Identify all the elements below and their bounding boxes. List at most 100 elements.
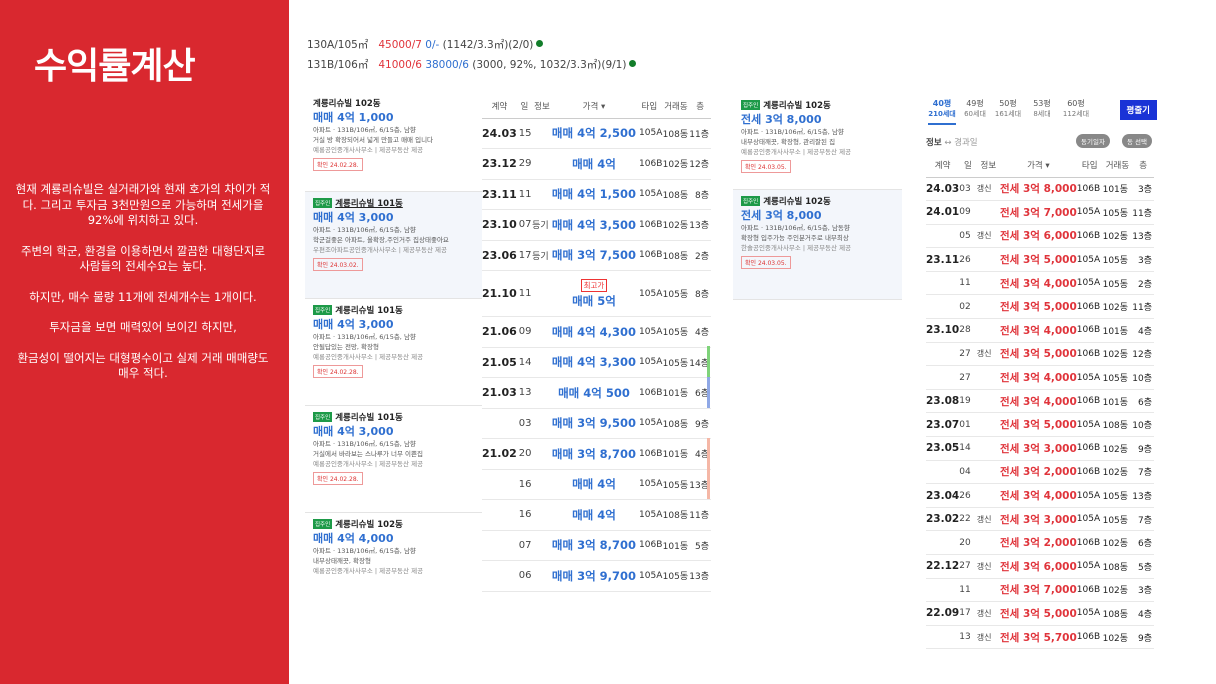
table-row[interactable]: 23.12 29 매매 4억 106B 102동 12층	[482, 148, 711, 180]
cell-contract-month: 21.05	[482, 347, 517, 378]
tab-size-49[interactable]: 49평 60세대	[961, 98, 989, 119]
listing-title: 계룡리슈빌 102동	[313, 97, 476, 109]
cell-type: 106B	[1076, 294, 1103, 320]
col-price[interactable]: 가격 ▾	[999, 153, 1077, 178]
summary-text: 현재 계룡리슈빌은 실거래가와 현재 호가의 차이가 적다. 그리고 투자금 3…	[14, 182, 272, 397]
listing-card[interactable]: 계룡리슈빌 102동 매매 4억 1,000 아파트 · 131B/106㎡, …	[305, 92, 482, 192]
listing-title-text: 계룡리슈빌 102동	[763, 101, 831, 111]
cell-contract-month	[482, 408, 517, 439]
table-row[interactable]: 07 매매 3억 8,700 106B 101동 5층	[482, 530, 711, 561]
cell-contract-month	[482, 469, 517, 500]
cell-floor: 6층	[1132, 389, 1154, 414]
cell-dong: 105동	[1102, 507, 1133, 532]
table-row[interactable]: 21.05 14 매매 4억 3,300 105A 105동 14층	[482, 347, 711, 378]
cell-contract-month: 24.03	[926, 177, 960, 202]
table-row[interactable]: 23.10 28 전세 3억 4,000 106B 101동 4층	[926, 318, 1154, 343]
filter-registered-date-pill[interactable]: 동기일자	[1076, 134, 1110, 148]
table-row[interactable]: 24.03 03 갱신 전세 3억 8,000 106B 101동 3층	[926, 177, 1154, 202]
table-row[interactable]: 24.03 15 매매 4억 2,500 105A 108동 11층	[482, 118, 711, 149]
listing-confirm-date: 확인 24.02.28.	[313, 365, 363, 378]
table-row[interactable]: 21.06 09 매매 4억 4,300 105A 105동 4층	[482, 316, 711, 348]
tab-size-50[interactable]: 50평 161세대	[994, 98, 1022, 119]
table-row[interactable]: 22.09 17 갱신 전세 3억 5,000 105A 108동 4층	[926, 601, 1154, 626]
cell-info	[976, 365, 1000, 390]
listing-agent: 예룡공인중개사사무소 | 제공부동산 제공	[741, 148, 852, 156]
table-row[interactable]: 23.11 26 전세 3억 5,000 105A 105동 3층	[926, 247, 1154, 272]
cell-price: 전세 3억 5,000	[999, 342, 1077, 367]
cell-floor: 3층	[1132, 177, 1154, 202]
col-contract[interactable]: 계약	[926, 153, 960, 178]
table-row[interactable]: 22.12 27 갱신 전세 3억 6,000 105A 108동 5층	[926, 554, 1154, 579]
cell-type: 106B	[636, 209, 663, 241]
cell-day: 16	[516, 499, 533, 531]
col-price[interactable]: 가격 ▾	[551, 94, 637, 119]
highest-price-tag: 최고가	[580, 278, 607, 292]
table-row[interactable]: 23.07 01 전세 3억 5,000 105A 108동 10층	[926, 412, 1154, 438]
table-row[interactable]: 16 매매 4억 105A 105동 13층	[482, 469, 711, 500]
table-row[interactable]: 03 매매 3억 9,500 105A 108동 9층	[482, 408, 711, 439]
col-contract[interactable]: 계약	[482, 94, 517, 119]
table-row[interactable]: 27 전세 3억 4,000 105A 105동 10층	[926, 365, 1154, 390]
listing-card[interactable]: 집주인 계룡리슈빌 101동 매매 4억 3,000 아파트 · 131B/106…	[305, 406, 482, 513]
cell-type: 105A	[636, 347, 663, 378]
filter-dong-select-pill[interactable]: 동 선택	[1122, 134, 1153, 148]
cell-dong: 105동	[662, 316, 690, 348]
table-row[interactable]: 23.04 26 전세 3억 4,000 105A 105동 13층	[926, 483, 1154, 508]
cell-day: 13	[959, 625, 977, 650]
cell-contract-month: 23.12	[482, 148, 517, 180]
cell-contract-month	[926, 224, 960, 249]
table-row[interactable]: 21.10 11 최고가 매매 5억 105A 105동 8층	[482, 270, 711, 317]
table-row[interactable]: 06 매매 3억 9,700 105A 105동 13층	[482, 560, 711, 592]
table-row[interactable]: 04 전세 3억 2,000 106B 102동 7층	[926, 460, 1154, 485]
compare-size-button[interactable]: 평줄기	[1119, 100, 1157, 120]
cell-dong: 105동	[662, 469, 690, 500]
cell-contract-month: 21.03	[482, 377, 517, 409]
swap-arrow-icon[interactable]: ↔	[944, 138, 951, 148]
cell-price: 전세 3억 5,700	[999, 625, 1077, 650]
listing-card[interactable]: 집주인 계룡리슈빌 102동 전세 3억 8,000 아파트 · 131B/106…	[733, 94, 902, 190]
table-row[interactable]: 20 전세 3억 2,000 106B 102동 6층	[926, 530, 1154, 555]
table-row[interactable]: 23.06 17 등기 매매 3억 7,500 106B 108동 2층	[482, 240, 711, 271]
cell-type: 105A	[1076, 601, 1103, 626]
cell-contract-month: 23.06	[482, 240, 517, 271]
table-row[interactable]: 21.03 13 매매 4억 500 106B 101동 6층	[482, 377, 711, 409]
table-row[interactable]: 23.11 11 매매 4억 1,500 105A 108동 8층	[482, 179, 711, 210]
tab-units: 161세대	[994, 110, 1022, 118]
listing-card[interactable]: 집주인 계룡리슈빌 102동 매매 4억 4,000 아파트 · 131B/106…	[305, 513, 482, 593]
table-row[interactable]: 23.02 22 갱신 전세 3억 3,000 105A 105동 7층	[926, 507, 1154, 532]
listing-price: 전세 3억 8,000	[741, 209, 822, 222]
table-row[interactable]: 11 전세 3억 4,000 105A 105동 2층	[926, 271, 1154, 296]
listing-desc: 학군걸좋은 아파트, 올확장,주인거주 집상태좋아요	[313, 236, 449, 244]
cell-info	[976, 271, 1000, 296]
table-row[interactable]: 23.10 07 등기 매매 4억 3,500 106B 102동 13층	[482, 209, 711, 241]
cell-contract-month	[482, 560, 517, 592]
tab-size-53[interactable]: 53평 8세대	[1028, 98, 1056, 119]
table-row[interactable]: 27 갱신 전세 3억 5,000 106B 102동 12층	[926, 342, 1154, 367]
summary-paragraph: 현재 계룡리슈빌은 실거래가와 현재 호가의 차이가 적다. 그리고 투자금 3…	[15, 182, 271, 227]
listing-card[interactable]: 집주인 계룡리슈빌 101동 매매 4억 3,000 아파트 · 131B/106…	[305, 299, 482, 406]
cell-type: 105A	[1076, 483, 1103, 508]
listing-card[interactable]: 집주인 계룡리슈빌 102동 전세 3억 8,000 아파트 · 131B/106…	[733, 190, 902, 300]
col-floor: 층	[689, 94, 711, 119]
listing-card[interactable]: 집주인 계룡리슈빌 101동 매매 4억 3,000 아파트 · 131B/106…	[305, 192, 482, 299]
table-row[interactable]: 24.01 09 전세 3억 7,000 105A 105동 11층	[926, 200, 1154, 225]
cell-dong: 101동	[1102, 389, 1133, 414]
table-row[interactable]: 05 갱신 전세 3억 6,000 106B 102동 13층	[926, 224, 1154, 249]
tab-size-40[interactable]: 40평 210세대	[928, 98, 956, 125]
table-row[interactable]: 11 전세 3억 7,000 106B 102동 3층	[926, 578, 1154, 603]
table-row[interactable]: 02 전세 3억 5,000 106B 102동 11층	[926, 294, 1154, 320]
cell-contract-month	[926, 578, 960, 603]
cell-price: 매매 3억 9,700	[551, 560, 637, 592]
table-row[interactable]: 23.08 19 전세 3억 4,000 106B 101동 6층	[926, 389, 1154, 414]
tab-size-60[interactable]: 60평 112세대	[1062, 98, 1090, 119]
filter-sub-label[interactable]: 경과일	[954, 138, 977, 148]
table-row[interactable]: 13 갱신 전세 3억 5,700 106B 102동 9층	[926, 625, 1154, 650]
table-row[interactable]: 23.05 14 전세 3억 3,000 106B 102동 9층	[926, 436, 1154, 461]
cell-day: 14	[516, 347, 533, 378]
cell-info	[532, 270, 552, 317]
listing-price: 전세 3억 8,000	[741, 113, 822, 126]
table-row[interactable]: 16 매매 4억 105A 108동 11층	[482, 499, 711, 531]
table-row[interactable]: 21.02 20 매매 3억 8,700 106B 101동 4층	[482, 438, 711, 470]
listing-agent: 예룡공인중개사사무소 | 제공부동산 제공	[313, 353, 424, 361]
cell-day: 09	[959, 200, 977, 225]
